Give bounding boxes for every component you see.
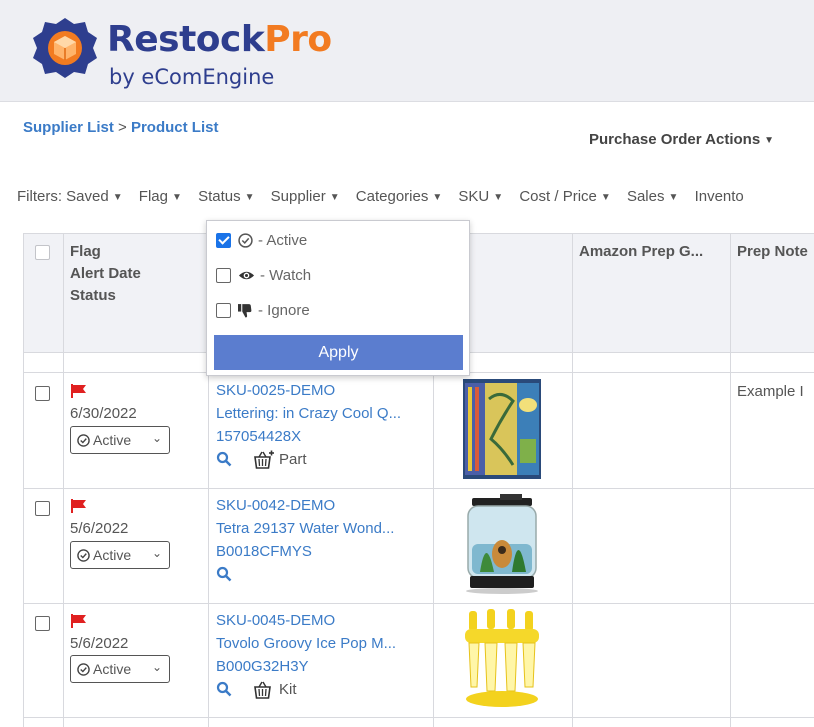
status-select[interactable]: Active ⌄ [70, 541, 170, 569]
product-title-link[interactable]: Tovolo Groovy Ice Pop M... [216, 635, 396, 652]
apply-button[interactable]: Apply [214, 335, 463, 370]
product-title-link[interactable]: Lettering: in Crazy Cool Q... [216, 405, 401, 422]
product-image-ice-pop-mold[interactable] [463, 609, 541, 709]
bundle-type-label: Part [279, 451, 307, 468]
flag-icon[interactable] [71, 499, 87, 513]
product-image-aquarium[interactable] [460, 494, 544, 594]
eye-icon [238, 271, 255, 280]
check-circle-icon [77, 662, 90, 676]
asin-link[interactable]: 157054428X [216, 428, 301, 445]
status-select-value: Active [93, 547, 132, 563]
filter-sku[interactable]: SKU ▼ [458, 188, 503, 205]
status-select-value: Active [93, 661, 132, 677]
row-divider [23, 717, 814, 718]
app-header: RestockPro by eComEngine [0, 0, 814, 102]
sku-link[interactable]: SKU-0025-DEMO [216, 382, 335, 399]
alert-date: 5/6/2022 [70, 520, 129, 537]
filter-supplier[interactable]: Supplier ▼ [271, 188, 340, 205]
row-checkbox[interactable] [35, 616, 50, 631]
status-option-ignore-checkbox[interactable] [216, 303, 231, 318]
column-header-prep-notes[interactable]: Prep Note [737, 241, 808, 263]
status-option-active[interactable]: - Active [216, 232, 307, 249]
column-header-flag[interactable]: Flag Alert Date Status [70, 241, 141, 307]
breadcrumb-separator: > [118, 119, 127, 136]
status-option-watch[interactable]: - Watch [216, 267, 311, 284]
status-filter-dropdown: - Active - Watch - Ignore Apply [206, 220, 470, 376]
column-header-amazon-prep[interactable]: Amazon Prep G... [579, 241, 703, 263]
search-icon[interactable] [216, 566, 232, 582]
asin-link[interactable]: B000G32H3Y [216, 658, 309, 675]
filter-sales[interactable]: Sales ▼ [627, 188, 678, 205]
thumbs-down-icon [238, 304, 252, 318]
caret-down-icon: ▼ [764, 135, 775, 146]
select-all-checkbox[interactable] [35, 245, 50, 260]
brand-name: RestockPro [107, 19, 332, 60]
bundle-type-label: Kit [279, 681, 297, 698]
check-circle-icon [77, 548, 90, 562]
filter-cost-price[interactable]: Cost / Price ▼ [519, 188, 610, 205]
status-select[interactable]: Active ⌄ [70, 426, 170, 454]
sku-link[interactable]: SKU-0045-DEMO [216, 612, 335, 629]
column-divider [63, 233, 64, 727]
filter-flag[interactable]: Flag ▼ [139, 188, 182, 205]
status-select-value: Active [93, 432, 132, 448]
column-divider [730, 233, 731, 727]
row-divider [23, 488, 814, 489]
filters-prefix: Filters: [17, 188, 62, 205]
breadcrumb: Supplier List > Product List [23, 119, 218, 136]
prep-note-text: Example I [737, 383, 804, 400]
restockpro-logo-icon [33, 18, 97, 78]
alert-date: 6/30/2022 [70, 405, 137, 422]
column-divider [23, 233, 24, 727]
status-option-active-checkbox[interactable] [216, 233, 231, 248]
sku-link[interactable]: SKU-0042-DEMO [216, 497, 335, 514]
search-icon[interactable] [216, 451, 232, 467]
row-divider [23, 603, 814, 604]
status-select[interactable]: Active ⌄ [70, 655, 170, 683]
status-option-active-label: - Active [258, 232, 308, 249]
filter-bar: Filters: Saved ▼ Flag ▼ Status ▼ Supplier ▼ … [17, 188, 756, 205]
status-option-watch-checkbox[interactable] [216, 268, 231, 283]
product-image-book[interactable] [463, 379, 541, 479]
search-icon[interactable] [216, 681, 232, 697]
row-checkbox[interactable] [35, 386, 50, 401]
purchase-order-actions-menu[interactable]: Purchase Order Actions ▼ [589, 131, 774, 148]
status-option-ignore[interactable]: - Ignore [216, 302, 310, 319]
asin-link[interactable]: B0018CFMYS [216, 543, 312, 560]
filter-status[interactable]: Status ▼ [198, 188, 254, 205]
breadcrumb-product-list[interactable]: Product List [131, 119, 219, 136]
flag-icon[interactable] [71, 614, 87, 628]
check-circle-icon [238, 233, 253, 248]
chevron-down-icon: ⌄ [151, 660, 162, 674]
breadcrumb-supplier-list[interactable]: Supplier List [23, 119, 114, 136]
status-option-watch-label: - Watch [260, 267, 312, 284]
check-circle-icon [77, 433, 90, 447]
status-option-ignore-label: - Ignore [258, 302, 310, 319]
filter-saved[interactable]: Saved ▼ [66, 188, 122, 205]
filter-inventory[interactable]: Invento [695, 188, 744, 205]
column-divider [572, 233, 573, 727]
brand-subtitle: by eComEngine [109, 65, 275, 89]
purchase-order-actions-label: Purchase Order Actions [589, 131, 761, 148]
basket-icon[interactable] [253, 680, 274, 699]
chevron-down-icon: ⌄ [151, 431, 162, 445]
flag-icon[interactable] [71, 384, 87, 398]
row-checkbox[interactable] [35, 501, 50, 516]
chevron-down-icon: ⌄ [151, 546, 162, 560]
filter-categories[interactable]: Categories ▼ [356, 188, 442, 205]
product-title-link[interactable]: Tetra 29137 Water Wond... [216, 520, 394, 537]
alert-date: 5/6/2022 [70, 635, 129, 652]
basket-add-icon[interactable] [253, 450, 274, 469]
